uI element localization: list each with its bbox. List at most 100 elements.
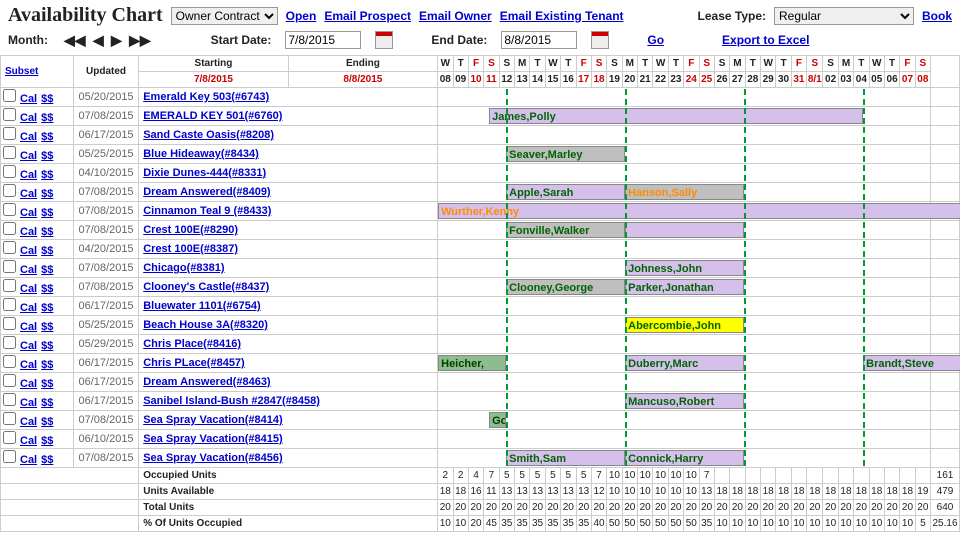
dollar-link[interactable]: $$	[41, 226, 53, 238]
cal-link[interactable]: Cal	[20, 397, 37, 409]
property-link[interactable]: Chicago(#8381)	[143, 262, 224, 274]
go-link[interactable]: Go	[647, 33, 664, 47]
booking-bar[interactable]: Connick,Harry	[625, 450, 744, 466]
row-checkbox[interactable]	[3, 298, 16, 311]
booking-bar[interactable]: Smith,Sam	[506, 450, 625, 466]
booking-bar[interactable]: Hanson,Sally	[625, 184, 744, 200]
dollar-link[interactable]: $$	[41, 454, 53, 466]
booking-bar[interactable]: Clooney,George	[506, 279, 625, 295]
email-prospect-link[interactable]: Email Prospect	[324, 9, 411, 23]
row-checkbox[interactable]	[3, 431, 16, 444]
row-checkbox[interactable]	[3, 184, 16, 197]
property-link[interactable]: EMERALD KEY 501(#6760)	[143, 110, 282, 122]
cal-link[interactable]: Cal	[20, 245, 37, 257]
dollar-link[interactable]: $$	[41, 207, 53, 219]
property-link[interactable]: Dixie Dunes-444(#8331)	[143, 167, 266, 179]
dollar-link[interactable]: $$	[41, 302, 53, 314]
booking-bar[interactable]: Brandt,Steve	[863, 355, 960, 371]
month-last-icon[interactable]: ▶▶	[129, 32, 151, 48]
row-checkbox[interactable]	[3, 336, 16, 349]
row-checkbox[interactable]	[3, 260, 16, 273]
cal-link[interactable]: Cal	[20, 435, 37, 447]
row-checkbox[interactable]	[3, 355, 16, 368]
row-checkbox[interactable]	[3, 222, 16, 235]
cal-link[interactable]: Cal	[20, 226, 37, 238]
cal-link[interactable]: Cal	[20, 454, 37, 466]
email-owner-link[interactable]: Email Owner	[419, 9, 492, 23]
booking-bar[interactable]: Wurther,Kenny	[438, 203, 960, 219]
row-checkbox[interactable]	[3, 89, 16, 102]
property-link[interactable]: Bluewater 1101(#6754)	[143, 300, 260, 312]
booking-bar[interactable]: Fonville,Walker	[506, 222, 625, 238]
dollar-link[interactable]: $$	[41, 93, 53, 105]
book-link[interactable]: Book	[922, 9, 952, 23]
cal-link[interactable]: Cal	[20, 359, 37, 371]
property-link[interactable]: Chris PLace(#8457)	[143, 357, 245, 369]
cal-link[interactable]: Cal	[20, 93, 37, 105]
end-date-input[interactable]	[501, 31, 577, 49]
property-link[interactable]: Sand Caste Oasis(#8208)	[143, 129, 274, 141]
contract-select[interactable]: Owner Contract	[171, 7, 278, 25]
export-link[interactable]: Export to Excel	[722, 33, 809, 47]
cal-link[interactable]: Cal	[20, 207, 37, 219]
property-link[interactable]: Sanibel Island-Bush #2847(#8458)	[143, 395, 320, 407]
subset-header[interactable]: Subset	[5, 66, 38, 77]
row-checkbox[interactable]	[3, 450, 16, 463]
property-link[interactable]: Beach House 3A(#8320)	[143, 319, 268, 331]
booking-bar[interactable]: Mancuso,Robert	[625, 393, 744, 409]
property-link[interactable]: Chris Place(#8416)	[143, 338, 241, 350]
month-prev-icon[interactable]: ◀	[93, 32, 104, 48]
dollar-link[interactable]: $$	[41, 321, 53, 333]
dollar-link[interactable]: $$	[41, 359, 53, 371]
booking-bar[interactable]	[625, 222, 744, 238]
row-checkbox[interactable]	[3, 279, 16, 292]
property-link[interactable]: Cinnamon Teal 9 (#8433)	[143, 205, 271, 217]
month-first-icon[interactable]: ◀◀	[64, 32, 86, 48]
calendar-icon[interactable]	[375, 31, 393, 49]
cal-link[interactable]: Cal	[20, 264, 37, 276]
dollar-link[interactable]: $$	[41, 245, 53, 257]
start-date-input[interactable]	[285, 31, 361, 49]
cal-link[interactable]: Cal	[20, 112, 37, 124]
row-checkbox[interactable]	[3, 108, 16, 121]
property-link[interactable]: Emerald Key 503(#6743)	[143, 91, 269, 103]
dollar-link[interactable]: $$	[41, 131, 53, 143]
property-link[interactable]: Dream Answered(#8409)	[143, 186, 270, 198]
booking-bar[interactable]: Apple,Sarah	[506, 184, 625, 200]
cal-link[interactable]: Cal	[20, 340, 37, 352]
property-link[interactable]: Sea Spray Vacation(#8415)	[143, 433, 282, 445]
booking-bar[interactable]: Seaver,Marley	[506, 146, 625, 162]
property-link[interactable]: Sea Spray Vacation(#8414)	[143, 414, 282, 426]
dollar-link[interactable]: $$	[41, 397, 53, 409]
booking-bar[interactable]: Gome	[489, 412, 506, 428]
row-checkbox[interactable]	[3, 146, 16, 159]
booking-bar[interactable]: Abercombie,John	[625, 317, 744, 333]
booking-bar[interactable]: Parker,Jonathan	[625, 279, 744, 295]
row-checkbox[interactable]	[3, 317, 16, 330]
row-checkbox[interactable]	[3, 241, 16, 254]
property-link[interactable]: Crest 100E(#8290)	[143, 224, 238, 236]
booking-bar[interactable]: Johness,John	[625, 260, 744, 276]
dollar-link[interactable]: $$	[41, 435, 53, 447]
cal-link[interactable]: Cal	[20, 378, 37, 390]
cal-link[interactable]: Cal	[20, 416, 37, 428]
dollar-link[interactable]: $$	[41, 416, 53, 428]
row-checkbox[interactable]	[3, 374, 16, 387]
dollar-link[interactable]: $$	[41, 188, 53, 200]
cal-link[interactable]: Cal	[20, 131, 37, 143]
booking-bar[interactable]: James,Polly	[489, 108, 863, 124]
dollar-link[interactable]: $$	[41, 340, 53, 352]
dollar-link[interactable]: $$	[41, 378, 53, 390]
dollar-link[interactable]: $$	[41, 264, 53, 276]
cal-link[interactable]: Cal	[20, 150, 37, 162]
dollar-link[interactable]: $$	[41, 169, 53, 181]
row-checkbox[interactable]	[3, 165, 16, 178]
booking-bar[interactable]: Heicher,	[438, 355, 506, 371]
row-checkbox[interactable]	[3, 412, 16, 425]
open-link[interactable]: Open	[286, 9, 317, 23]
cal-link[interactable]: Cal	[20, 188, 37, 200]
email-existing-link[interactable]: Email Existing Tenant	[500, 9, 624, 23]
cal-link[interactable]: Cal	[20, 321, 37, 333]
cal-link[interactable]: Cal	[20, 283, 37, 295]
property-link[interactable]: Dream Answered(#8463)	[143, 376, 270, 388]
